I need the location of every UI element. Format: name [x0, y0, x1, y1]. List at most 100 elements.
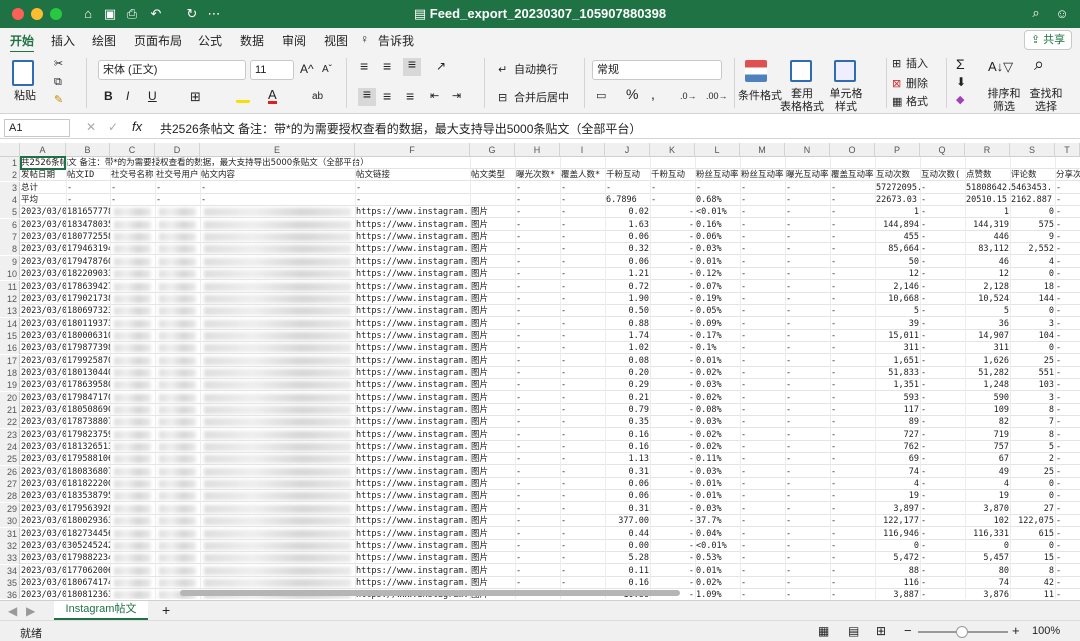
- cell[interactable]: -: [650, 367, 695, 379]
- cell[interactable]: 0.53%: [695, 552, 740, 564]
- cell[interactable]: https://www.instagram.: [355, 392, 470, 404]
- cell[interactable]: 千粉互动: [605, 169, 650, 181]
- cell[interactable]: 181326513: [66, 441, 110, 453]
- cell[interactable]: 3,897: [875, 503, 920, 515]
- cell[interactable]: -: [560, 453, 605, 465]
- page-break-view-icon[interactable]: ⊞: [876, 624, 886, 638]
- cell[interactable]: 5: [1010, 441, 1055, 453]
- cell[interactable]: 0.79: [605, 404, 650, 416]
- cell[interactable]: -: [830, 577, 875, 589]
- wrap-text-button[interactable]: 自动换行: [514, 64, 558, 77]
- cell[interactable]: -: [515, 206, 560, 218]
- cell[interactable]: 2023/03/0: [20, 490, 66, 502]
- cell[interactable]: -: [740, 503, 785, 515]
- cell[interactable]: https://www.instagram.: [355, 305, 470, 317]
- cell[interactable]: 图片: [470, 367, 515, 379]
- row-header[interactable]: 15: [0, 329, 20, 342]
- confirm-icon[interactable]: ✓: [108, 120, 118, 134]
- cell[interactable]: https://www.instagram.: [355, 243, 470, 255]
- cell[interactable]: -: [650, 342, 695, 354]
- cell[interactable]: 455: [875, 231, 920, 243]
- align-middle-icon[interactable]: ≡: [383, 59, 391, 73]
- cell[interactable]: -: [650, 182, 695, 194]
- next-sheet-icon[interactable]: ▶: [26, 604, 35, 618]
- cell[interactable]: -: [355, 182, 470, 194]
- cell[interactable]: -: [740, 256, 785, 268]
- border-icon[interactable]: ⊞: [190, 90, 201, 103]
- cell[interactable]: 2023/03/0: [20, 342, 66, 354]
- cell[interactable]: -: [785, 565, 830, 577]
- cell[interactable]: -: [920, 540, 965, 552]
- cell[interactable]: 5,472: [875, 552, 920, 564]
- cell[interactable]: 12: [875, 268, 920, 280]
- underline-button[interactable]: U: [148, 90, 157, 103]
- cell[interactable]: -: [830, 478, 875, 490]
- cell[interactable]: 179925870: [66, 355, 110, 367]
- cell[interactable]: 互动次数: [875, 169, 920, 181]
- cell[interactable]: -: [740, 342, 785, 354]
- cell[interactable]: -: [1055, 565, 1080, 577]
- spreadsheet-grid[interactable]: ABCDEFGHIJKLMNOPQRST 1 共2526条帖文 备注：带*的为需要…: [0, 143, 1080, 599]
- cell[interactable]: 0.07%: [695, 281, 740, 293]
- cell[interactable]: -: [560, 528, 605, 540]
- cell[interactable]: -: [785, 416, 830, 428]
- orientation-icon[interactable]: ↗: [436, 60, 446, 73]
- row-header[interactable]: 6: [0, 218, 20, 231]
- tab-formulas[interactable]: 公式: [198, 32, 222, 49]
- cell[interactable]: -: [740, 392, 785, 404]
- cell[interactable]: -: [650, 392, 695, 404]
- cell[interactable]: 0: [1010, 342, 1055, 354]
- cell[interactable]: 粉丝互动率: [695, 169, 740, 181]
- cell[interactable]: 0.03%: [695, 379, 740, 391]
- cell[interactable]: -: [830, 206, 875, 218]
- cell[interactable]: -: [515, 577, 560, 589]
- cell[interactable]: 图片: [470, 478, 515, 490]
- cell[interactable]: 0.11%: [695, 453, 740, 465]
- cell[interactable]: 179463194: [66, 243, 110, 255]
- insert-cells-button[interactable]: 插入: [906, 58, 928, 71]
- cell[interactable]: 3,870: [965, 503, 1010, 515]
- cell[interactable]: -: [740, 589, 785, 599]
- cell[interactable]: -: [1055, 293, 1080, 305]
- row-header[interactable]: 17: [0, 354, 20, 367]
- column-header-q[interactable]: Q: [920, 143, 965, 157]
- cell[interactable]: -: [1055, 281, 1080, 293]
- cell[interactable]: 102: [965, 515, 1010, 527]
- cell[interactable]: 2023/03/0: [20, 528, 66, 540]
- cell[interactable]: -: [515, 330, 560, 342]
- cell[interactable]: -: [1055, 182, 1080, 194]
- cell[interactable]: -: [560, 355, 605, 367]
- format-table-icon[interactable]: [790, 60, 812, 82]
- cell[interactable]: -: [830, 219, 875, 231]
- cell[interactable]: 5,457: [965, 552, 1010, 564]
- cell[interactable]: -: [560, 219, 605, 231]
- cell[interactable]: -: [920, 342, 965, 354]
- cell[interactable]: 85,664: [875, 243, 920, 255]
- row-header[interactable]: 21: [0, 404, 20, 416]
- cell[interactable]: -: [785, 441, 830, 453]
- cell[interactable]: -: [830, 367, 875, 379]
- cell[interactable]: -: [920, 293, 965, 305]
- cell[interactable]: 104: [1010, 330, 1055, 342]
- cell[interactable]: 图片: [470, 577, 515, 589]
- zoom-in-button[interactable]: +: [1012, 623, 1020, 638]
- cell[interactable]: -: [200, 194, 355, 206]
- cell[interactable]: -: [830, 528, 875, 540]
- column-header-a[interactable]: A: [20, 143, 66, 157]
- cell[interactable]: 0.02%: [695, 392, 740, 404]
- currency-icon[interactable]: ▭: [596, 90, 606, 103]
- cell[interactable]: -: [515, 305, 560, 317]
- cell[interactable]: https://www.instagram.: [355, 281, 470, 293]
- cell[interactable]: -: [560, 182, 605, 194]
- cell[interactable]: 1,351: [875, 379, 920, 391]
- cell[interactable]: -: [920, 268, 965, 280]
- cell[interactable]: 图片: [470, 330, 515, 342]
- cell[interactable]: 图片: [470, 206, 515, 218]
- cell[interactable]: 0.31: [605, 466, 650, 478]
- cell[interactable]: https://www.instagram.: [355, 577, 470, 589]
- cell[interactable]: -: [1055, 379, 1080, 391]
- cell[interactable]: 2023/03/0: [20, 256, 66, 268]
- cell[interactable]: 180836807: [66, 466, 110, 478]
- cell[interactable]: 0.03%: [695, 416, 740, 428]
- cell[interactable]: 3,887: [875, 589, 920, 599]
